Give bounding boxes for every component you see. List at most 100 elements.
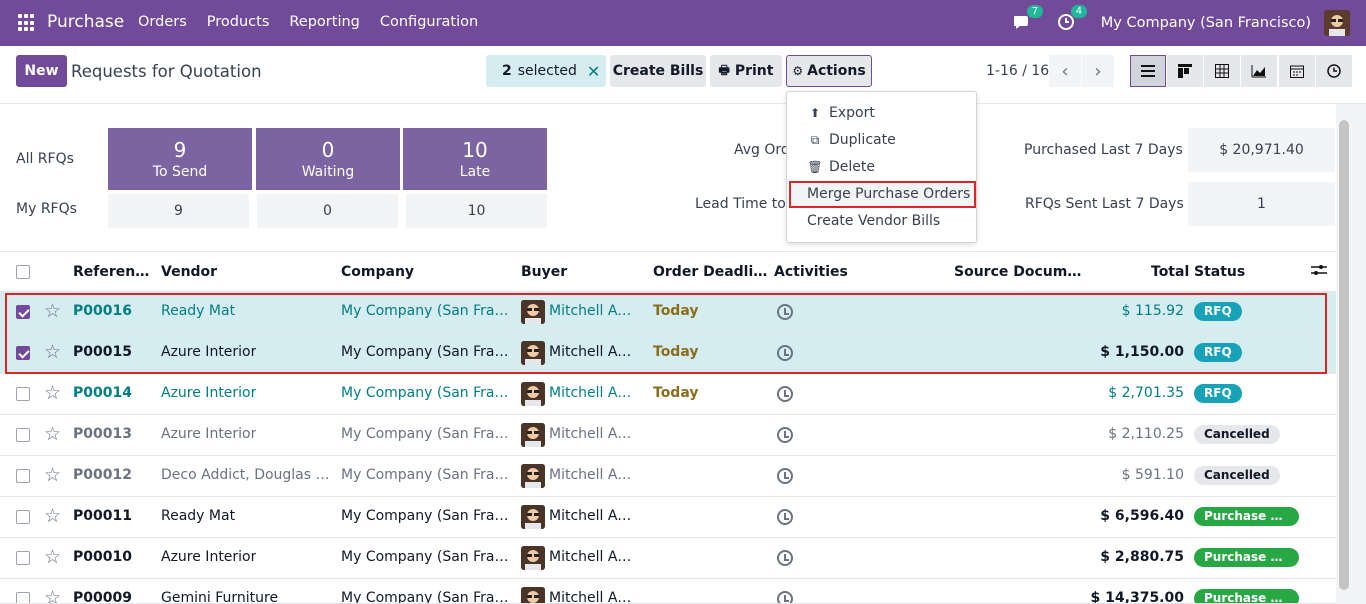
tile-waiting[interactable]: 0 Waiting xyxy=(256,128,400,190)
activity-clock-icon[interactable] xyxy=(777,509,793,525)
col-deadline[interactable]: Order Deadli… xyxy=(653,264,767,280)
user-avatar[interactable] xyxy=(1324,10,1350,36)
tile-number: 9 xyxy=(173,138,187,162)
activity-clock-icon[interactable] xyxy=(777,591,793,603)
list-view-button[interactable] xyxy=(1130,55,1166,87)
table-row[interactable]: ☆ P00014 Azure Interior My Company (San … xyxy=(0,374,1336,415)
pivot-view-button[interactable] xyxy=(1204,55,1240,87)
menu-products[interactable]: Products xyxy=(207,14,270,30)
select-all-checkbox[interactable] xyxy=(16,265,30,279)
row-checkbox[interactable] xyxy=(16,428,30,442)
graph-view-button[interactable] xyxy=(1241,55,1277,87)
table-row[interactable]: ☆ P00015 Azure Interior My Company (San … xyxy=(0,333,1336,374)
star-icon[interactable]: ☆ xyxy=(44,546,61,568)
col-total[interactable]: Total xyxy=(1151,264,1189,280)
activities-button[interactable]: 4 xyxy=(1057,5,1088,33)
col-activities[interactable]: Activities xyxy=(774,264,848,280)
activity-clock-icon[interactable] xyxy=(777,550,793,566)
my-to-send[interactable]: 9 xyxy=(108,194,249,228)
cell-reference: P00016 xyxy=(73,303,132,319)
menu-configuration[interactable]: Configuration xyxy=(380,14,478,30)
star-icon[interactable]: ☆ xyxy=(44,382,61,404)
action-create-vendor-bills[interactable]: Create Vendor Bills xyxy=(807,213,940,229)
my-waiting[interactable]: 0 xyxy=(257,194,398,228)
tile-number: 10 xyxy=(462,138,488,162)
star-icon[interactable]: ☆ xyxy=(44,464,61,486)
row-checkbox[interactable] xyxy=(16,592,30,603)
actions-button[interactable]: ⚙ Actions xyxy=(786,55,872,87)
menu-reporting[interactable]: Reporting xyxy=(289,14,360,30)
cell-buyer: Mitchell Ad… xyxy=(549,385,639,401)
menu-orders[interactable]: Orders xyxy=(138,14,187,30)
activity-clock-icon[interactable] xyxy=(777,427,793,443)
calendar-view-button[interactable] xyxy=(1279,55,1315,87)
col-status[interactable]: Status xyxy=(1194,264,1245,280)
row-checkbox[interactable] xyxy=(16,551,30,565)
top-navbar: Purchase Orders Products Reporting Confi… xyxy=(0,0,1366,46)
col-vendor[interactable]: Vendor xyxy=(161,264,217,280)
create-bills-button[interactable]: Create Bills xyxy=(610,55,706,87)
action-export[interactable]: ⬆ Export xyxy=(807,105,875,121)
activity-clock-icon[interactable] xyxy=(777,386,793,402)
tile-to-send[interactable]: 9 To Send xyxy=(108,128,252,190)
activities-badge: 4 xyxy=(1070,5,1088,18)
cell-deadline: Today xyxy=(653,303,699,319)
status-badge: Purchase Or… xyxy=(1194,589,1299,603)
pager-value[interactable]: 1-16 / 16 xyxy=(986,63,1049,79)
column-settings-icon[interactable] xyxy=(1311,263,1327,281)
table-row[interactable]: ☆ P00009 Gemini Furniture My Company (Sa… xyxy=(0,579,1336,604)
activity-clock-icon[interactable] xyxy=(777,345,793,361)
action-delete[interactable]: 🗑 Delete xyxy=(807,159,875,175)
row-checkbox[interactable] xyxy=(16,469,30,483)
star-icon[interactable]: ☆ xyxy=(44,587,61,603)
tile-late[interactable]: 10 Late xyxy=(403,128,547,190)
tile-label: Late xyxy=(459,164,491,180)
star-icon[interactable]: ☆ xyxy=(44,300,61,322)
cell-reference: P00011 xyxy=(73,508,132,524)
table-row[interactable]: ☆ P00016 Ready Mat My Company (San Franc… xyxy=(0,292,1336,333)
table-row[interactable]: ☆ P00011 Ready Mat My Company (San Franc… xyxy=(0,497,1336,538)
star-icon[interactable]: ☆ xyxy=(44,505,61,527)
row-checkbox[interactable] xyxy=(16,510,30,524)
star-icon[interactable]: ☆ xyxy=(44,423,61,445)
tile-label: To Send xyxy=(152,164,208,180)
table-row[interactable]: ☆ P00010 Azure Interior My Company (San … xyxy=(0,538,1336,579)
row-checkbox[interactable] xyxy=(16,387,30,401)
action-duplicate-label: Duplicate xyxy=(829,132,896,148)
col-buyer[interactable]: Buyer xyxy=(521,264,567,280)
purchased-7days-label: Purchased Last 7 Days xyxy=(1024,142,1183,158)
col-reference[interactable]: Referen… xyxy=(73,264,149,280)
star-icon[interactable]: ☆ xyxy=(44,341,61,363)
kanban-view-button[interactable] xyxy=(1167,55,1203,87)
navbar-right: 7 4 My Company (San Francisco) xyxy=(989,0,1350,46)
cell-buyer: Mitchell Ad… xyxy=(549,303,639,319)
row-checkbox[interactable] xyxy=(16,346,30,360)
print-button[interactable]: 🖶 Print xyxy=(710,55,782,87)
status-badge: RFQ xyxy=(1194,343,1242,362)
col-company[interactable]: Company xyxy=(341,264,414,280)
app-name[interactable]: Purchase xyxy=(47,12,124,32)
buyer-avatar xyxy=(521,382,545,406)
actions-dropdown: ⬆ Export ⧉ Duplicate 🗑 Delete Merge Purc… xyxy=(786,91,977,243)
pager-next-button[interactable]: › xyxy=(1082,55,1114,87)
company-switcher[interactable]: My Company (San Francisco) xyxy=(1101,15,1311,31)
table-row[interactable]: ☆ P00013 Azure Interior My Company (San … xyxy=(0,415,1336,456)
new-button[interactable]: New xyxy=(16,55,67,87)
messages-button[interactable]: 7 xyxy=(1013,5,1044,33)
activity-clock-icon[interactable] xyxy=(777,304,793,320)
list-icon xyxy=(1141,65,1155,77)
action-merge-purchase-orders[interactable]: Merge Purchase Orders xyxy=(807,186,970,202)
pager-previous-button[interactable]: ‹ xyxy=(1049,55,1081,87)
action-duplicate[interactable]: ⧉ Duplicate xyxy=(807,132,896,148)
scrollbar-thumb[interactable] xyxy=(1339,120,1349,590)
my-late[interactable]: 10 xyxy=(406,194,547,228)
col-source[interactable]: Source Docum… xyxy=(954,264,1081,280)
activity-clock-icon[interactable] xyxy=(777,468,793,484)
apps-grid-icon[interactable] xyxy=(18,14,36,32)
activity-view-button[interactable] xyxy=(1316,55,1352,87)
chevron-left-icon: ‹ xyxy=(1061,60,1069,82)
row-checkbox[interactable] xyxy=(16,305,30,319)
cell-vendor: Gemini Furniture xyxy=(161,590,279,604)
clear-selection-icon[interactable]: ✕ xyxy=(587,62,600,81)
table-row[interactable]: ☆ P00012 Deco Addict, Douglas Fl… My Com… xyxy=(0,456,1336,497)
